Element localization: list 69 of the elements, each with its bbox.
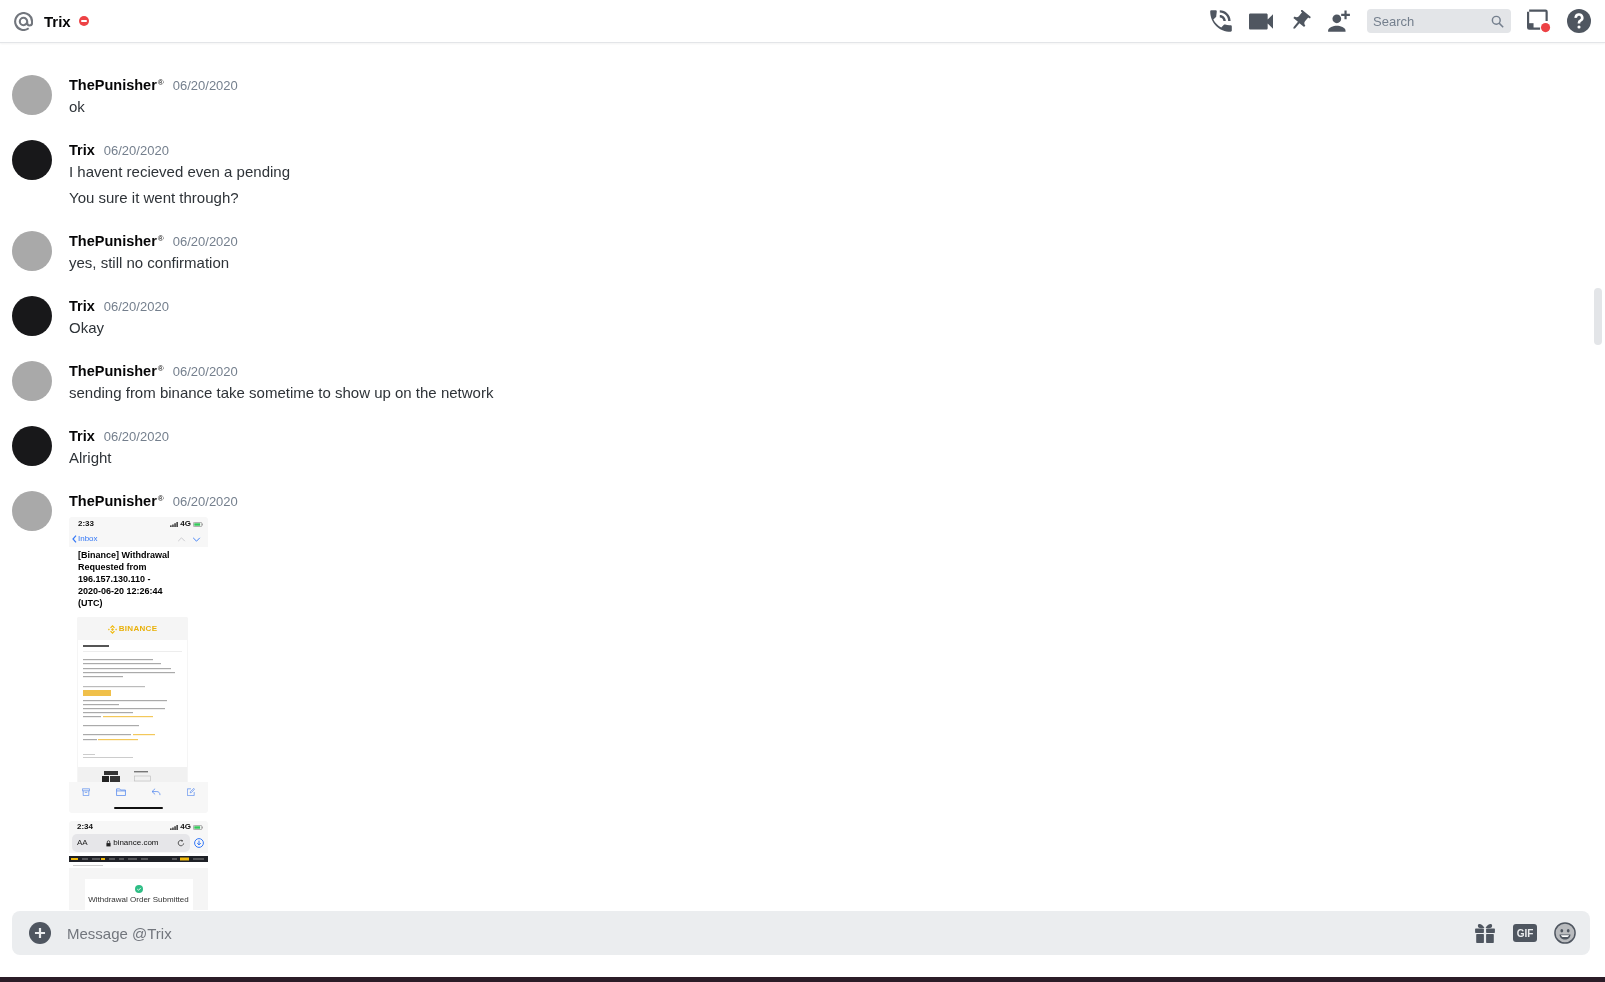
- signal-icon: [170, 824, 179, 830]
- username[interactable]: Trix: [69, 139, 95, 161]
- add-friend-icon[interactable]: [1327, 9, 1351, 33]
- back-link: Inbox: [78, 534, 98, 544]
- avatar[interactable]: [12, 426, 52, 466]
- message-text: yes, still no confirmation: [69, 253, 230, 273]
- timestamp: 06/20/2020: [103, 142, 169, 160]
- timestamp: 06/20/2020: [172, 493, 238, 511]
- check-circle-icon: [134, 885, 143, 893]
- message-text: Okay: [69, 318, 104, 338]
- gift-icon[interactable]: [1474, 922, 1496, 944]
- status-time: 2:33: [78, 519, 94, 529]
- message-text: I havent recieved even a pending: [69, 162, 290, 182]
- network-label: 4G: [180, 822, 191, 832]
- username[interactable]: ThePunisher$^{®}$: [69, 74, 164, 96]
- lock-icon: [106, 839, 112, 847]
- search-icon: [1491, 14, 1504, 28]
- timestamp: 06/20/2020: [172, 233, 238, 251]
- search-field[interactable]: Search: [1367, 9, 1511, 33]
- emoji-icon[interactable]: [1554, 922, 1576, 944]
- signal-icon: [170, 521, 179, 527]
- timestamp: 06/20/2020: [172, 363, 238, 381]
- at-sign-icon: [14, 11, 33, 31]
- reply-icon: [151, 788, 162, 796]
- home-indicator: [114, 807, 163, 809]
- timestamp: 06/20/2020: [103, 298, 169, 316]
- email-subject: [Binance] Withdrawal Requested from 196.157.130.110 - 2020-06-20 12:26:44 (UTC): [78, 549, 171, 609]
- help-icon[interactable]: [1567, 9, 1591, 33]
- archive-icon: [81, 788, 90, 796]
- gif-button[interactable]: GIF: [1513, 924, 1537, 942]
- message-text: Alright: [69, 448, 112, 468]
- down-chevron-icon: [192, 536, 201, 542]
- message-input[interactable]: Message @Trix: [67, 922, 1462, 944]
- timestamp: 06/20/2020: [103, 428, 169, 446]
- video-camera-icon[interactable]: [1249, 11, 1273, 31]
- message-text: You sure it went through?: [69, 188, 239, 208]
- battery-icon: [193, 824, 203, 830]
- text-size-label: AA: [77, 838, 88, 848]
- message-text: sending from binance take sometime to show up on the network: [69, 383, 494, 403]
- browser-screenshot[interactable]: 2:34 4G AA binance.com Withdrawal Order Submitted: [69, 821, 208, 910]
- back-chevron-icon: [72, 535, 77, 543]
- up-chevron-icon: [177, 536, 186, 542]
- folder-icon: [115, 788, 126, 796]
- avatar[interactable]: [12, 140, 52, 180]
- scrollbar-thumb[interactable]: [1594, 288, 1602, 345]
- username[interactable]: ThePunisher$^{®}$: [69, 490, 164, 512]
- plus-circle-icon[interactable]: [29, 922, 51, 944]
- status-time: 2:34: [77, 822, 93, 832]
- username[interactable]: Trix: [69, 295, 95, 317]
- compose-icon: [187, 788, 196, 796]
- phone-call-icon[interactable]: [1209, 9, 1233, 33]
- email-screenshot[interactable]: 2:33 4G Inbox [Binance] Withdrawal Requested from 196.157.130.110 - 2020-06-20 12:26:44 (UTC) BINANCE: [69, 517, 208, 813]
- inbox-icon[interactable]: [1527, 9, 1551, 33]
- message-text: ok: [69, 97, 85, 117]
- reload-icon: [177, 839, 185, 847]
- download-icon: [194, 838, 204, 848]
- avatar[interactable]: [12, 296, 52, 336]
- notice-text: Withdrawal Order Submitted: [88, 895, 189, 905]
- brand-name: BINANCE: [118, 624, 158, 634]
- username[interactable]: ThePunisher$^{®}$: [69, 230, 164, 252]
- username[interactable]: Trix: [69, 425, 95, 447]
- url-text: binance.com: [113, 838, 159, 848]
- diamond-logo-icon: [107, 624, 117, 634]
- username[interactable]: ThePunisher$^{®}$: [69, 360, 164, 382]
- channel-title: Trix: [44, 12, 71, 30]
- battery-icon: [193, 521, 203, 527]
- message-field[interactable]: Message @Trix GIF: [12, 911, 1590, 955]
- timestamp: 06/20/2020: [172, 77, 238, 95]
- network-label: 4G: [180, 519, 191, 529]
